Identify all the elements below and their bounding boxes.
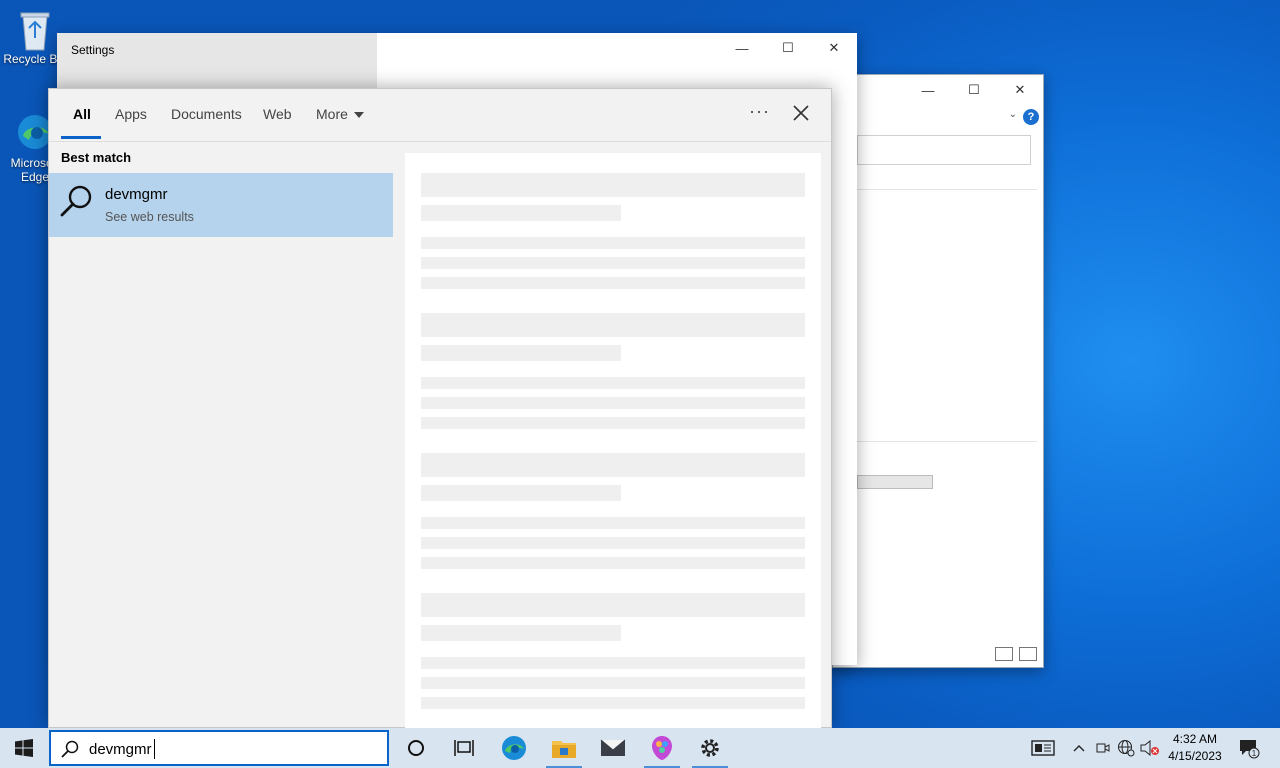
placeholder-line bbox=[421, 417, 805, 429]
minimize-button[interactable]: — bbox=[905, 81, 951, 99]
task-view-button[interactable] bbox=[440, 728, 488, 768]
placeholder-block bbox=[421, 345, 621, 361]
maximize-button[interactable]: ☐ bbox=[765, 39, 811, 57]
details-view-icon[interactable] bbox=[995, 647, 1013, 661]
mail-icon bbox=[600, 739, 626, 756]
preview-pane bbox=[405, 153, 821, 729]
show-hidden-icons-button[interactable] bbox=[1068, 728, 1090, 768]
chevron-up-icon bbox=[1073, 745, 1085, 752]
task-view-icon bbox=[454, 740, 474, 756]
progress-bar bbox=[857, 475, 933, 489]
notification-count: 1 bbox=[1252, 749, 1257, 758]
search-input[interactable]: devmgmr bbox=[89, 741, 152, 758]
settings-taskbar-button[interactable] bbox=[686, 728, 734, 768]
notification-icon: 1 bbox=[1240, 740, 1260, 759]
minimize-button[interactable]: — bbox=[719, 39, 765, 57]
placeholder-block bbox=[421, 453, 805, 477]
cortana-icon bbox=[408, 740, 424, 756]
close-search-button[interactable] bbox=[791, 101, 811, 125]
tab-more[interactable]: More bbox=[316, 106, 364, 122]
text-cursor bbox=[154, 739, 155, 759]
search-icon bbox=[61, 740, 79, 763]
caret-down-icon bbox=[353, 112, 364, 119]
maximize-button[interactable]: ☐ bbox=[951, 81, 997, 99]
placeholder-block bbox=[421, 173, 805, 197]
tab-apps[interactable]: Apps bbox=[115, 106, 147, 122]
more-options-icon[interactable]: ··· bbox=[749, 101, 770, 122]
placeholder-line bbox=[421, 257, 805, 269]
placeholder-line bbox=[421, 517, 805, 529]
paint-button[interactable] bbox=[638, 728, 686, 768]
placeholder-line bbox=[421, 377, 805, 389]
close-button[interactable]: ✕ bbox=[997, 81, 1043, 99]
address-bar[interactable] bbox=[857, 135, 1031, 165]
tab-all[interactable]: All bbox=[73, 106, 91, 122]
edge-taskbar-button[interactable] bbox=[490, 728, 538, 768]
placeholder-line bbox=[421, 397, 805, 409]
placeholder-line bbox=[421, 657, 805, 669]
clock[interactable]: 4:32 AM 4/15/2023 bbox=[1160, 731, 1230, 765]
recycle-bin-icon bbox=[15, 8, 55, 51]
volume-button[interactable] bbox=[1138, 728, 1162, 768]
file-explorer-icon bbox=[552, 741, 576, 758]
taskbar-search-box[interactable]: devmgmr bbox=[49, 730, 389, 766]
news-button[interactable] bbox=[1026, 728, 1060, 768]
device-icon bbox=[1096, 743, 1110, 753]
placeholder-line bbox=[421, 237, 805, 249]
active-tab-indicator bbox=[61, 136, 101, 139]
placeholder-line bbox=[421, 677, 805, 689]
explorer-window[interactable]: — ☐ ✕ ⌄ ? bbox=[832, 74, 1044, 668]
paint-icon bbox=[652, 736, 672, 760]
best-match-heading: Best match bbox=[61, 150, 132, 165]
tab-web[interactable]: Web bbox=[263, 106, 292, 122]
result-subtitle: See web results bbox=[105, 210, 194, 224]
action-center-button[interactable]: 1 bbox=[1234, 728, 1264, 768]
placeholder-line bbox=[421, 537, 805, 549]
start-button[interactable] bbox=[0, 728, 48, 768]
best-match-result[interactable]: devmgmr See web results bbox=[49, 173, 393, 237]
placeholder-block bbox=[421, 593, 805, 617]
search-icon bbox=[59, 183, 95, 219]
search-panel: All Apps Documents Web More ··· Best mat… bbox=[48, 88, 832, 729]
volume-muted-icon bbox=[1140, 740, 1159, 756]
start-icon bbox=[15, 739, 33, 757]
placeholder-block bbox=[421, 485, 621, 501]
search-tabs: All Apps Documents Web More ··· bbox=[49, 89, 831, 142]
result-title: devmgmr bbox=[105, 186, 168, 203]
preview-view-icon[interactable] bbox=[1019, 647, 1037, 661]
help-icon[interactable]: ? bbox=[1023, 109, 1039, 125]
placeholder-block bbox=[421, 313, 805, 337]
network-button[interactable] bbox=[1114, 728, 1138, 768]
tab-more-label: More bbox=[316, 106, 348, 122]
placeholder-line bbox=[421, 697, 805, 709]
mail-button[interactable] bbox=[589, 728, 637, 768]
placeholder-line bbox=[421, 557, 805, 569]
settings-icon bbox=[701, 739, 719, 757]
chevron-down-icon[interactable]: ⌄ bbox=[1009, 109, 1017, 120]
cortana-button[interactable] bbox=[392, 728, 440, 768]
close-button[interactable]: ✕ bbox=[811, 39, 857, 57]
view-toggle[interactable] bbox=[995, 647, 1037, 661]
divider bbox=[857, 189, 1037, 190]
globe-icon bbox=[1118, 740, 1135, 757]
edge-icon bbox=[502, 736, 526, 760]
meet-now-button[interactable] bbox=[1092, 728, 1114, 768]
clock-time: 4:32 AM bbox=[1172, 732, 1218, 746]
news-icon bbox=[1031, 740, 1055, 756]
divider bbox=[857, 441, 1037, 442]
placeholder-block bbox=[421, 205, 621, 221]
clock-date: 4/15/2023 bbox=[1168, 749, 1222, 763]
close-icon bbox=[793, 105, 809, 121]
file-explorer-button[interactable] bbox=[540, 728, 588, 768]
placeholder-block bbox=[421, 625, 621, 641]
tab-documents[interactable]: Documents bbox=[171, 106, 242, 122]
placeholder-line bbox=[421, 277, 805, 289]
window-title: Settings bbox=[71, 43, 115, 57]
